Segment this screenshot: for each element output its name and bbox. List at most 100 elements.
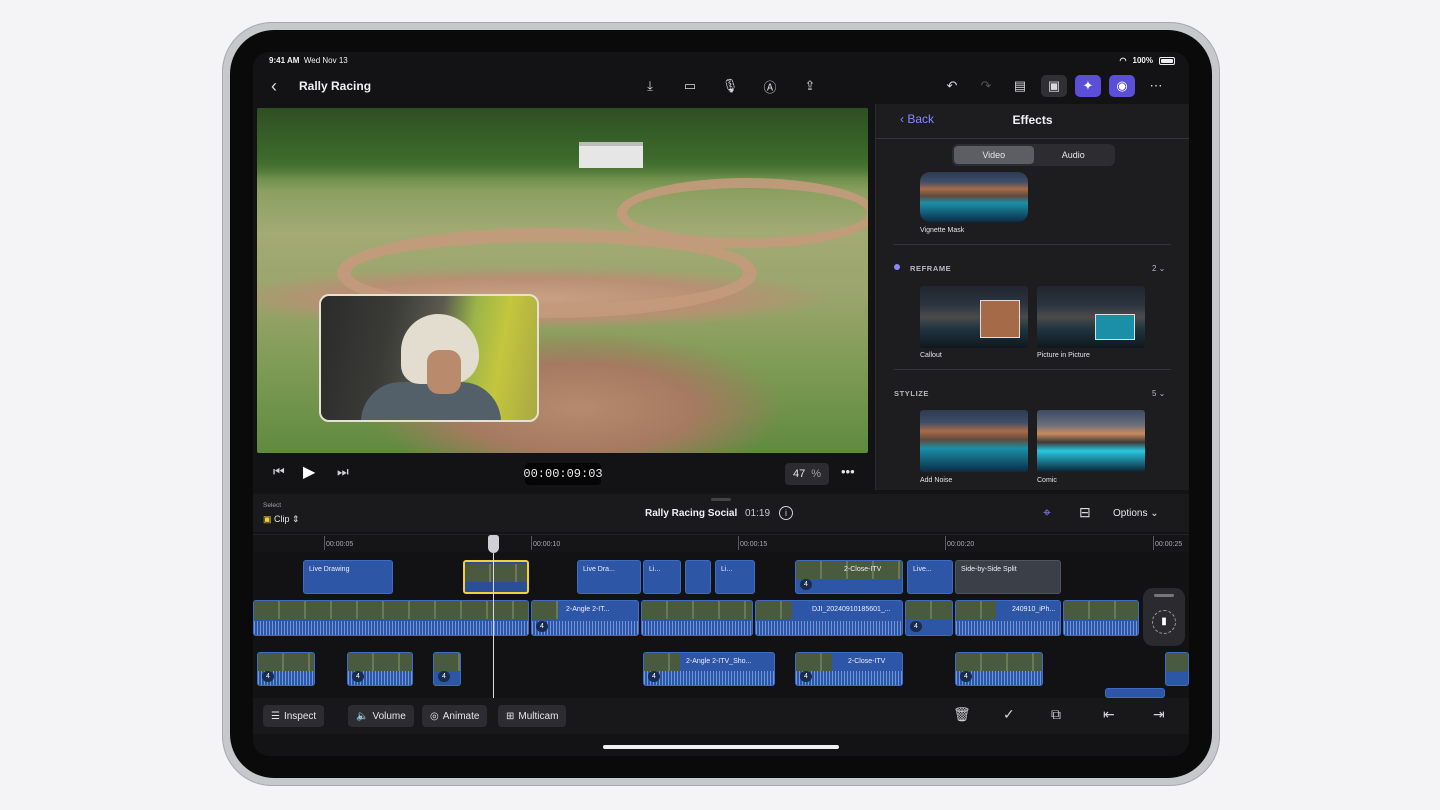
ruler-tick: 00:00:05 (323, 536, 354, 550)
timeline-ruler[interactable]: 00:00:05 00:00:10 00:00:15 00:00:20 00:0… (253, 534, 1189, 552)
bottom-toolbar: ☰ Inspect 🔈 Volume ◎ Animate ⊞ Multicam 🗑 ✓ … (253, 698, 1189, 734)
more-icon[interactable]: ⋯ (1143, 75, 1169, 97)
jog-control[interactable]: ▮ (1143, 588, 1185, 646)
timeline-tracks: Live Drawing Live Dra... Li... Li... 2-C… (253, 552, 1189, 698)
ruler-tick: 00:00:20 (944, 536, 975, 550)
effect-label: Picture in Picture (1037, 352, 1090, 359)
play-icon[interactable]: ▶ (303, 462, 315, 482)
clip-live-4[interactable] (685, 560, 711, 594)
main-clip-2-angle[interactable]: 2-Angle 2-IT... 4 (531, 600, 639, 636)
tab-audio[interactable]: Audio (1034, 146, 1114, 164)
tab-video[interactable]: Video (954, 146, 1034, 164)
playhead[interactable] (493, 535, 494, 698)
lower-clip-2-angle[interactable]: 2-Angle 2-ITV_Sho... 4 (643, 652, 775, 686)
draw-icon[interactable]: Ⓐ (757, 75, 783, 97)
main-clip-tail[interactable] (1063, 600, 1139, 636)
trash-icon[interactable]: 🗑 (953, 706, 971, 723)
speaker-icon: 🔈 (356, 710, 369, 722)
lower-clip-3[interactable]: 4 (433, 652, 461, 686)
zoom-control[interactable]: 47 % (785, 463, 829, 485)
effects-type-segment: Video Audio (952, 144, 1115, 166)
clip-selected[interactable] (463, 560, 529, 594)
main-clip-dji[interactable]: DJI_20240910185601_... (755, 600, 903, 636)
camera-icon[interactable]: ▭ (677, 75, 703, 97)
viewer-barn (579, 142, 643, 168)
ruler-tick: 00:00:10 (530, 536, 561, 550)
multicam-button[interactable]: ⊞ Multicam (498, 705, 567, 727)
timeline-header: Select ▣ Clip ⇕ Rally Racing Social 01:1… (253, 494, 1189, 532)
ruler-tick: 00:00:15 (737, 536, 768, 550)
multicam-icon: ⊞ (506, 710, 515, 722)
effect-thumb-add-noise[interactable] (920, 410, 1028, 472)
effect-label: Add Noise (920, 477, 953, 484)
skip-forward-icon[interactable]: ⏭ (337, 464, 349, 480)
battery-percent: 100% (1132, 56, 1153, 65)
lower-clip-4[interactable]: 4 (955, 652, 1043, 686)
skip-back-icon[interactable]: ⏮ (273, 464, 285, 480)
trim-start-icon[interactable]: ⇤ (1103, 706, 1115, 723)
viewer-layout-icon[interactable]: ▤ (1007, 75, 1033, 97)
split-icon[interactable]: ⧉ (1051, 706, 1061, 723)
lower-clip-6[interactable] (1105, 688, 1165, 698)
microphone-icon[interactable]: 🎙 (717, 75, 743, 97)
video-viewer[interactable] (257, 108, 868, 453)
lower-clip-2-close-itv[interactable]: 2-Close-ITV 4 (795, 652, 903, 686)
main-clip-group-1[interactable] (253, 600, 529, 636)
snapping-icon[interactable]: ⌖ (1043, 504, 1051, 521)
playhead-handle[interactable] (488, 535, 499, 553)
effect-thumb-picture-in-picture[interactable] (1037, 286, 1145, 348)
checkmark-icon[interactable]: ✓ (1003, 706, 1015, 723)
clip-live-5[interactable]: Li... (715, 560, 755, 594)
volume-button[interactable]: 🔈 Volume (348, 705, 414, 727)
color-icon[interactable]: ◉ (1109, 75, 1135, 97)
status-bar: 9:41 AM Wed Nov 13 ◠ 100% (253, 52, 1189, 70)
status-right: ◠ 100% (1120, 56, 1175, 65)
clip-live-drawing[interactable]: Live Drawing (303, 560, 393, 594)
undo-icon[interactable]: ↶ (939, 75, 965, 97)
share-icon[interactable]: ⇪ (797, 75, 823, 97)
timecode-display: 00:00:09:03 (523, 463, 603, 485)
lower-clip-1[interactable]: 4 (257, 652, 315, 686)
drag-handle[interactable] (711, 498, 731, 501)
effect-thumb-callout[interactable] (920, 286, 1028, 348)
inspect-button[interactable]: ☰ Inspect (263, 705, 325, 727)
import-icon[interactable]: ⤓ (637, 75, 663, 97)
photos-icon[interactable]: ▣ (1041, 75, 1067, 97)
lower-clip-5[interactable] (1165, 652, 1189, 686)
inspect-icon: ☰ (271, 710, 280, 722)
viewer-trees (257, 108, 868, 178)
lower-clip-2[interactable]: 4 (347, 652, 413, 686)
effects-icon[interactable]: ✦ (1075, 75, 1101, 97)
clip-live-drawing-2[interactable]: Live Dra... (577, 560, 641, 594)
section-count[interactable]: 2 ⌄ (1152, 264, 1165, 273)
effects-title: Effects (1012, 113, 1053, 127)
redo-icon[interactable]: ↷ (973, 75, 999, 97)
effect-label: Vignette Mask (920, 227, 965, 234)
clip-side-by-side-split[interactable]: Side-by-Side Split (955, 560, 1061, 594)
select-mode[interactable]: ▣ Clip ⇕ (263, 514, 300, 525)
zoom-unit: % (811, 468, 822, 480)
info-icon[interactable]: i (779, 506, 793, 520)
clip-live-6[interactable]: Live... (907, 560, 953, 594)
effect-label: Callout (920, 352, 942, 359)
main-clip-group-2[interactable] (641, 600, 753, 636)
jog-handle (1154, 594, 1174, 597)
clip-view-icon[interactable]: ⊟ (1079, 504, 1091, 521)
viewer-more-icon[interactable]: ••• (841, 464, 855, 479)
animate-button[interactable]: ◎ Animate (422, 705, 488, 727)
clip-2-close-itv[interactable]: 2-Close-ITV 4 (795, 560, 903, 594)
effect-thumb-vignette-mask[interactable] (920, 172, 1028, 222)
center-toolbar: ⤓ ▭ 🎙 Ⓐ ⇪ (637, 75, 823, 97)
effect-thumb-comic[interactable] (1037, 410, 1145, 472)
options-button[interactable]: Options ⌄ (1113, 508, 1159, 519)
picture-in-picture[interactable] (319, 294, 539, 422)
section-count[interactable]: 5 ⌄ (1152, 389, 1165, 398)
jog-wheel-icon: ▮ (1152, 610, 1176, 634)
main-clip-iphone[interactable]: 240910_iPh... (955, 600, 1061, 636)
home-indicator (603, 745, 839, 749)
clip-live-3[interactable]: Li... (643, 560, 681, 594)
main-clip-short[interactable]: 4 (905, 600, 953, 636)
clip-icon: ▣ (263, 514, 272, 524)
chevron-left-icon[interactable]: ‹ (271, 76, 277, 97)
trim-end-icon[interactable]: ⇥ (1153, 706, 1165, 723)
